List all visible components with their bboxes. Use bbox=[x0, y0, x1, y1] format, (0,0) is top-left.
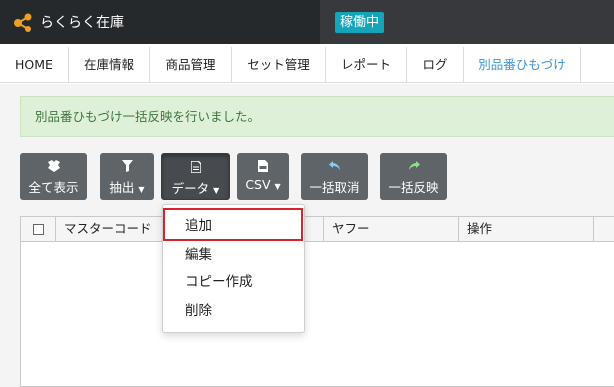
app-logo[interactable]: らくらく在庫 bbox=[12, 0, 124, 44]
boxes-icon bbox=[47, 160, 60, 172]
grid-header: マスターコード ヤフー 操作 bbox=[21, 217, 614, 242]
menu-item-copy[interactable]: コピー作成 bbox=[163, 268, 304, 296]
main-content: 別品番ひもづけ一括反映を行いました。 全て表示 抽出 ▼ データ ▼ CSV ▼… bbox=[0, 84, 614, 387]
nav-item-home[interactable]: HOME bbox=[0, 47, 69, 83]
nav-item-sets[interactable]: セット管理 bbox=[232, 47, 326, 83]
menu-item-edit[interactable]: 編集 bbox=[163, 241, 304, 269]
share-nodes-icon bbox=[14, 13, 32, 32]
caret-down-icon: ▼ bbox=[274, 182, 281, 191]
show-all-label: 全て表示 bbox=[28, 180, 79, 195]
add-item-highlight-box bbox=[163, 208, 303, 241]
bulk-apply-label: 一括反映 bbox=[388, 180, 439, 195]
status-badge: 稼働中 bbox=[335, 12, 385, 33]
csv-button[interactable]: CSV ▼ bbox=[237, 153, 289, 200]
app-title: らくらく在庫 bbox=[40, 15, 124, 31]
csv-file-icon bbox=[258, 160, 268, 172]
bulk-apply-button[interactable]: 一括反映 bbox=[380, 153, 447, 200]
status-area: 稼働中 bbox=[320, 0, 614, 44]
nav-item-products[interactable]: 商品管理 bbox=[150, 47, 232, 83]
nav-item-log[interactable]: ログ bbox=[407, 47, 464, 83]
app-header: らくらく在庫 稼働中 bbox=[0, 0, 614, 44]
filter-button[interactable]: 抽出 ▼ bbox=[100, 153, 154, 200]
data-grid: マスターコード ヤフー 操作 bbox=[20, 216, 614, 387]
caret-down-icon: ▼ bbox=[213, 186, 220, 195]
success-alert: 別品番ひもづけ一括反映を行いました。 bbox=[20, 96, 614, 137]
main-nav: HOME 在庫情報 商品管理 セット管理 レポート ログ 別品番ひもづけ bbox=[0, 47, 614, 83]
caret-down-icon: ▼ bbox=[138, 185, 145, 194]
filter-icon bbox=[121, 160, 133, 172]
show-all-button[interactable]: 全て表示 bbox=[20, 153, 87, 200]
data-label: データ bbox=[171, 181, 210, 196]
column-header-actions[interactable]: 操作 bbox=[459, 217, 594, 242]
filter-label: 抽出 bbox=[109, 180, 135, 195]
redo-icon bbox=[408, 161, 420, 170]
nav-item-sku-link[interactable]: 別品番ひもづけ bbox=[464, 47, 581, 83]
undo-icon bbox=[328, 161, 340, 170]
bulk-cancel-label: 一括取消 bbox=[309, 180, 360, 195]
select-all-cell bbox=[21, 217, 56, 242]
menu-item-delete[interactable]: 削除 bbox=[163, 297, 304, 325]
nav-item-reports[interactable]: レポート bbox=[326, 47, 407, 83]
data-menu-button[interactable]: データ ▼ bbox=[161, 153, 230, 200]
nav-item-inventory[interactable]: 在庫情報 bbox=[69, 47, 150, 83]
column-header-yahoo[interactable]: ヤフー bbox=[324, 217, 459, 242]
csv-label: CSV bbox=[245, 177, 271, 192]
file-icon bbox=[190, 161, 201, 173]
select-all-checkbox[interactable] bbox=[33, 224, 44, 235]
bulk-cancel-button[interactable]: 一括取消 bbox=[301, 153, 368, 200]
